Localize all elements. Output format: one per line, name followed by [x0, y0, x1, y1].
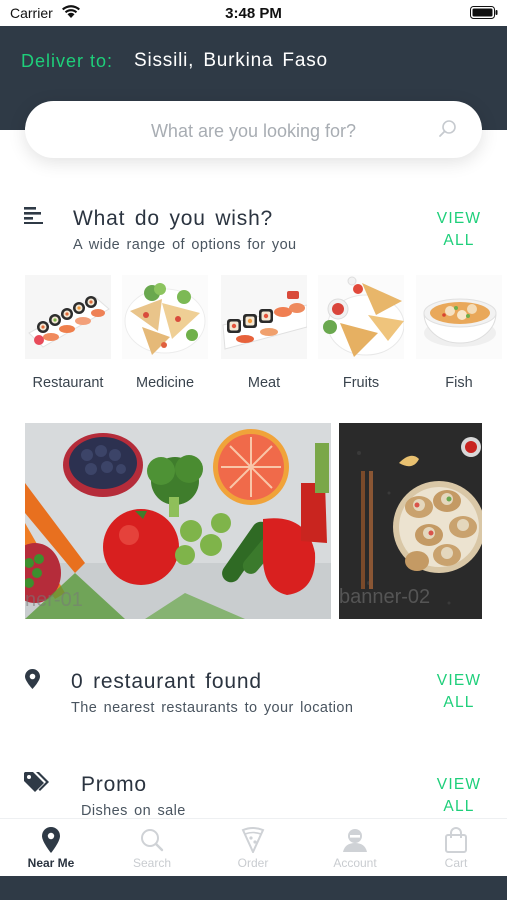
wish-subtitle: A wide range of options for you	[73, 237, 297, 253]
category-label: Fish	[445, 375, 473, 391]
tab-cart[interactable]: Cart	[416, 827, 496, 870]
category-label: Fruits	[342, 375, 380, 391]
soup-bowl-image	[416, 275, 502, 359]
tags-icon	[24, 772, 49, 792]
banner-vegetables[interactable]: ner-01	[25, 423, 331, 619]
promo-subtitle: Dishes on sale	[81, 803, 186, 819]
wish-title: What do you wish?	[73, 207, 274, 230]
search-icon[interactable]	[438, 119, 458, 139]
location-pin-icon	[25, 669, 40, 689]
user-icon	[343, 829, 367, 852]
category-fish[interactable]: Fish	[414, 275, 504, 391]
tab-account[interactable]: Account	[315, 827, 395, 870]
tab-near-me[interactable]: Near Me	[11, 827, 91, 870]
category-label: Meat	[247, 375, 281, 391]
tab-label: Account	[333, 856, 377, 870]
restaurants-subtitle: The nearest restaurants to your location	[71, 700, 354, 716]
pizza-slice-icon	[241, 827, 265, 853]
sushi-rolls-image	[221, 275, 308, 359]
tab-label: Order	[237, 856, 269, 870]
category-label: Medicine	[135, 375, 195, 391]
restaurants-view-all-link[interactable]: VIEW ALL	[429, 670, 489, 714]
category-medicine[interactable]: Medicine	[120, 275, 210, 391]
banner-spring-rolls[interactable]: banner-02	[339, 423, 482, 619]
deliver-to-label: Deliver to:	[21, 51, 114, 71]
search-icon	[141, 829, 164, 852]
clock: 3:48 PM	[225, 5, 282, 22]
tab-label: Cart	[444, 856, 468, 870]
promo-title: Promo	[81, 773, 147, 796]
promo-view-all-link[interactable]: VIEW ALL	[429, 774, 489, 818]
banner-caption: banner-02	[339, 586, 431, 608]
home-indicator-area	[0, 876, 507, 900]
battery-icon	[470, 6, 498, 19]
sushi-platter-image	[25, 275, 111, 359]
status-bar: Carrier 3:48 PM	[0, 0, 507, 26]
quesadilla-wedges-image	[318, 275, 405, 359]
tab-label: Near Me	[27, 856, 75, 870]
quesadilla-plate-image	[122, 275, 208, 359]
search-input[interactable]: What are you looking for?	[25, 121, 482, 142]
shopping-bag-icon	[445, 827, 467, 853]
menu-list-icon	[24, 207, 43, 224]
tab-order[interactable]: Order	[213, 827, 293, 870]
banner-caption: ner-01	[25, 589, 83, 611]
search-bar[interactable]: What are you looking for?	[25, 101, 482, 158]
category-fruits[interactable]: Fruits	[316, 275, 406, 391]
bottom-tab-bar: Near Me Search Order Account Cart	[0, 818, 507, 876]
restaurants-title: 0 restaurant found	[71, 670, 262, 693]
category-restaurant[interactable]: Restaurant	[23, 275, 113, 391]
category-label: Restaurant	[32, 375, 104, 391]
wish-view-all-link[interactable]: VIEW ALL	[429, 208, 489, 252]
tab-label: Search	[132, 856, 172, 870]
location-pin-icon	[42, 827, 60, 853]
tab-search[interactable]: Search	[112, 827, 192, 870]
category-meat[interactable]: Meat	[219, 275, 309, 391]
delivery-location[interactable]: Sissili, Burkina Faso	[134, 50, 328, 72]
